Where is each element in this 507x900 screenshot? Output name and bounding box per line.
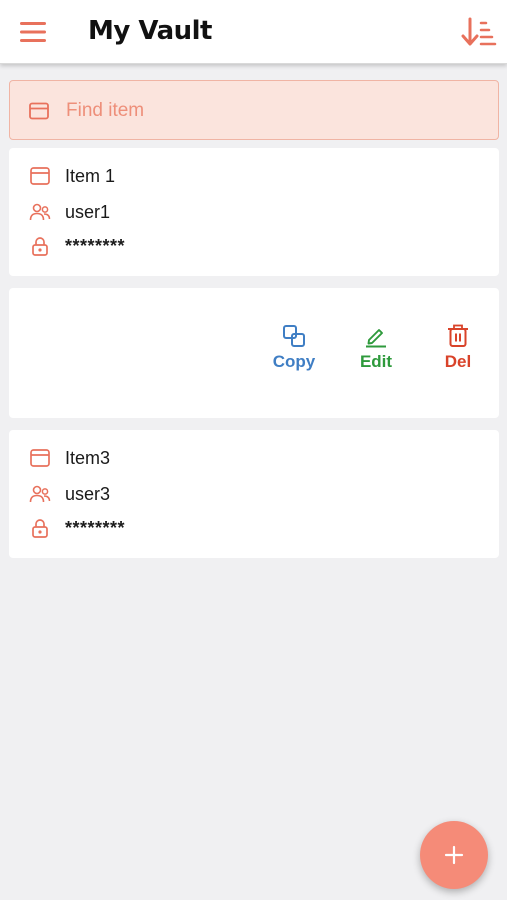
hamburger-menu-icon <box>20 22 46 42</box>
delete-button[interactable]: Del <box>428 324 488 372</box>
edit-button[interactable]: Edit <box>346 324 406 372</box>
plus-icon <box>444 845 464 865</box>
item-name: Item 1 <box>65 165 116 186</box>
item-password-row: ******** <box>29 514 125 542</box>
search-bar <box>9 80 499 140</box>
window-icon <box>30 449 50 467</box>
item-username-row: user3 <box>29 480 110 508</box>
trash-icon <box>448 324 468 347</box>
lock-icon <box>32 237 48 256</box>
vault-item-card[interactable]: Item3 user3 ******** <box>9 430 499 558</box>
item-password: ******** <box>65 517 126 538</box>
delete-label: Del <box>444 352 472 371</box>
edit-label: Edit <box>359 352 393 371</box>
add-item-button[interactable] <box>420 821 488 889</box>
sort-descending-icon <box>461 17 497 46</box>
lock-icon <box>32 519 48 538</box>
vault-item-actions-card: Copy Edit Del <box>9 288 499 418</box>
users-icon <box>29 203 51 221</box>
copy-label: Copy <box>272 352 316 371</box>
item-password-row: ******** <box>29 232 125 260</box>
copy-icon <box>283 325 305 347</box>
window-icon <box>30 167 50 185</box>
menu-button[interactable] <box>14 16 54 48</box>
item-name-row: Item 1 <box>29 162 115 190</box>
page-title: My Vault <box>88 16 212 46</box>
item-username: user3 <box>65 483 111 504</box>
item-name: Item3 <box>65 447 111 468</box>
window-icon <box>29 102 49 120</box>
copy-button[interactable]: Copy <box>264 324 324 372</box>
item-name-row: Item3 <box>29 444 110 472</box>
sort-button[interactable] <box>459 14 499 50</box>
app-bar: My Vault <box>0 0 507 64</box>
item-username-row: user1 <box>29 198 110 226</box>
users-icon <box>29 485 51 503</box>
item-username: user1 <box>65 201 111 222</box>
vault-item-card[interactable]: Item 1 user1 ******** <box>9 148 499 276</box>
item-password: ******** <box>65 235 126 256</box>
pencil-icon <box>366 329 386 348</box>
search-input[interactable] <box>66 91 486 131</box>
